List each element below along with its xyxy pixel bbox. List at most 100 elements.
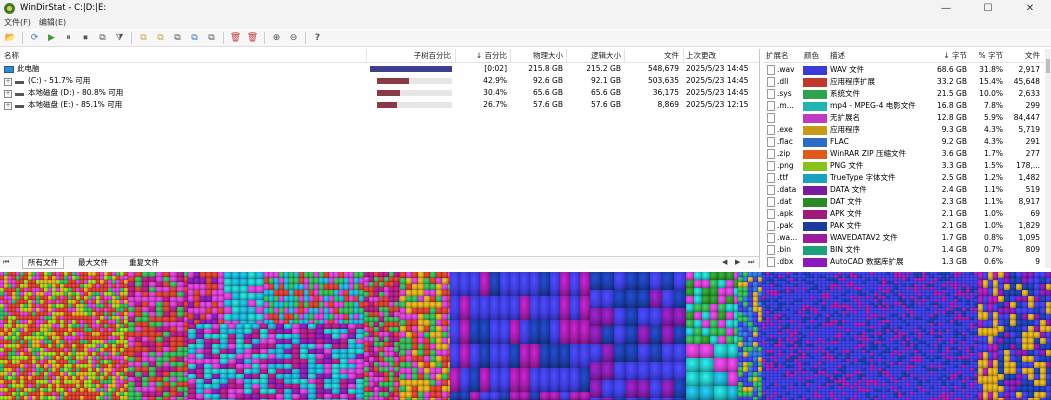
treemap-cell[interactable] (490, 392, 500, 400)
treemap-cell[interactable] (662, 380, 674, 398)
treemap-cell[interactable] (626, 344, 638, 362)
tab-next-icon[interactable]: ▶ (735, 257, 740, 268)
treemap-cell[interactable] (500, 296, 510, 320)
new-icon[interactable]: ⧉ (137, 31, 151, 45)
treemap-cell[interactable] (224, 286, 232, 293)
tab-first-icon[interactable]: ⏮ (3, 257, 9, 268)
treemap-cell[interactable] (580, 320, 590, 344)
treemap-cell[interactable] (602, 290, 614, 308)
treemap-cell[interactable] (638, 308, 650, 326)
treemap-cell[interactable] (714, 344, 728, 358)
column-separator[interactable] (366, 49, 367, 62)
treemap-cell[interactable] (710, 320, 718, 328)
treemap-cell[interactable] (686, 304, 694, 312)
treemap-cell[interactable] (650, 272, 662, 290)
treemap-cell[interactable] (686, 336, 694, 344)
treemap-cell[interactable] (650, 290, 662, 308)
treemap-cell[interactable] (500, 344, 510, 368)
column-separator[interactable] (624, 49, 625, 62)
treemap-cell[interactable] (662, 326, 674, 344)
treemap-cell[interactable] (718, 336, 726, 344)
treemap-cell[interactable] (232, 293, 240, 300)
treemap-cell[interactable] (550, 368, 560, 392)
treemap-view[interactable] (0, 272, 1051, 400)
treemap-cell[interactable] (626, 290, 638, 308)
treemap-cell[interactable] (580, 344, 590, 368)
treemap-cell[interactable] (590, 308, 602, 326)
treemap-cell[interactable] (726, 328, 734, 336)
treemap-cell[interactable] (224, 272, 232, 279)
treemap-cell[interactable] (590, 362, 602, 380)
column-separator[interactable] (683, 49, 684, 62)
col-percent-header[interactable]: ↓ 百分比 (455, 49, 507, 62)
treemap-cell[interactable] (626, 272, 638, 290)
treemap-cell[interactable] (240, 293, 248, 300)
treemap-cell[interactable] (480, 344, 490, 368)
treemap-cell[interactable] (702, 280, 710, 288)
treemap-cell[interactable] (490, 296, 500, 320)
treemap-cell[interactable] (530, 296, 540, 320)
treemap-cell[interactable] (614, 290, 626, 308)
expand-icon[interactable]: + (4, 78, 12, 86)
treemap-cell[interactable] (500, 320, 510, 344)
treemap-cell[interactable] (702, 312, 710, 320)
treemap-cell[interactable] (686, 312, 694, 320)
treemap-cell[interactable] (240, 272, 248, 279)
treemap-cell[interactable] (602, 308, 614, 326)
treemap-cell[interactable] (710, 304, 718, 312)
treemap-cell[interactable] (540, 392, 550, 400)
treemap-cell[interactable] (256, 293, 264, 300)
treemap-cell[interactable] (256, 272, 264, 279)
treemap-cell[interactable] (694, 304, 702, 312)
treemap-cell[interactable] (510, 392, 520, 400)
treemap-cell[interactable] (560, 320, 570, 344)
treemap-cell[interactable] (686, 328, 694, 336)
treemap-cell[interactable] (602, 326, 614, 344)
treemap-cell[interactable] (650, 308, 662, 326)
treemap-cell[interactable] (560, 368, 570, 392)
treemap-cell[interactable] (694, 328, 702, 336)
treemap-cell[interactable] (530, 392, 540, 400)
treemap-cell[interactable] (232, 314, 240, 321)
col-files-header[interactable]: 文件 (1005, 49, 1040, 62)
treemap-cell[interactable] (256, 300, 264, 307)
treemap-cell[interactable] (718, 296, 726, 304)
treemap-cell[interactable] (702, 296, 710, 304)
treemap-cell[interactable] (500, 272, 510, 296)
treemap-cell[interactable] (224, 279, 232, 286)
treemap-cell[interactable] (520, 344, 530, 368)
tab-largest-files[interactable]: 最大文件 (73, 257, 113, 268)
treemap-cell[interactable] (570, 320, 580, 344)
treemap-cell[interactable] (614, 380, 626, 398)
extension-scrollbar[interactable] (1045, 49, 1051, 268)
treemap-cell[interactable] (718, 304, 726, 312)
treemap-cell[interactable] (550, 296, 560, 320)
treemap-cell[interactable] (638, 344, 650, 362)
treemap-cell[interactable] (626, 380, 638, 398)
treemap-cell[interactable] (240, 279, 248, 286)
treemap-cell[interactable] (686, 296, 694, 304)
col-physical-header[interactable]: 物理大小 (510, 49, 563, 62)
treemap-cell[interactable] (540, 296, 550, 320)
treemap-cell[interactable] (570, 392, 580, 400)
treemap-cell[interactable] (248, 314, 256, 321)
treemap-cell[interactable] (232, 307, 240, 314)
treemap-cell[interactable] (686, 288, 694, 296)
treemap-cell[interactable] (256, 307, 264, 314)
properties-icon[interactable]: ⧉ (205, 31, 219, 45)
treemap-cell[interactable] (550, 392, 560, 400)
treemap-cell[interactable] (726, 296, 734, 304)
treemap-cell[interactable] (520, 272, 530, 296)
treemap-cell[interactable] (710, 296, 718, 304)
treemap-cell[interactable] (530, 272, 540, 296)
treemap-cell[interactable] (560, 344, 570, 368)
treemap-cell[interactable] (590, 326, 602, 344)
col-ext-header[interactable]: 扩展名 (766, 49, 789, 62)
treemap-cell[interactable] (700, 386, 714, 400)
treemap-cell[interactable] (674, 290, 686, 308)
scrollbar-thumb[interactable] (1046, 59, 1050, 73)
treemap-cell[interactable] (710, 328, 718, 336)
treemap-cell[interactable] (702, 288, 710, 296)
treemap-cell[interactable] (638, 272, 650, 290)
col-bytes-header[interactable]: ↓ 字节 (925, 49, 967, 62)
